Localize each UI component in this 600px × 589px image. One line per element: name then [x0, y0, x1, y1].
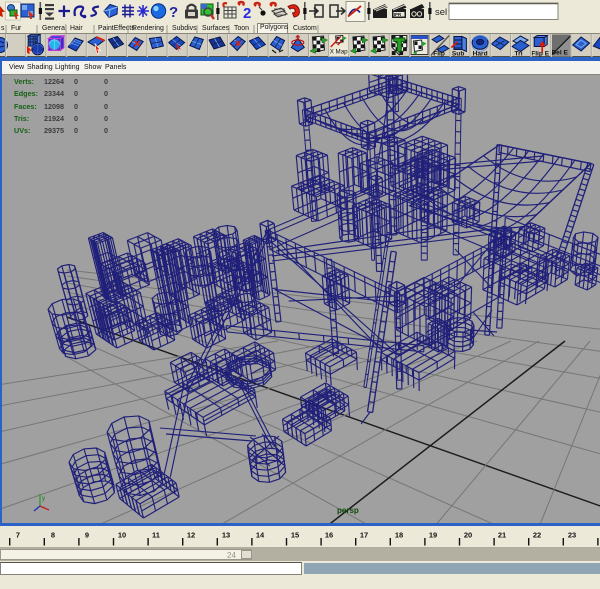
svg-text:sel: sel	[435, 7, 447, 18]
svg-text:14: 14	[256, 531, 265, 540]
svg-text:22: 22	[533, 531, 541, 540]
svg-text:8: 8	[51, 531, 55, 540]
svg-text:15: 15	[291, 531, 299, 540]
svg-text:IPR: IPR	[394, 12, 402, 17]
svg-text:13: 13	[222, 531, 230, 540]
svg-text:10: 10	[118, 531, 126, 540]
svg-text:2: 2	[243, 5, 251, 22]
svg-text:21: 21	[498, 531, 506, 540]
svg-text:16: 16	[325, 531, 333, 540]
svg-text:23: 23	[568, 531, 576, 540]
svg-text:19: 19	[429, 531, 437, 540]
svg-text:7: 7	[16, 531, 20, 540]
svg-text:Del E: Del E	[551, 50, 568, 57]
svg-text:X Map: X Map	[330, 49, 348, 56]
svg-text:11: 11	[152, 531, 160, 540]
svg-text:persp: persp	[337, 506, 359, 515]
svg-text:9: 9	[85, 531, 89, 540]
svg-text:18: 18	[395, 531, 403, 540]
svg-text:?: ?	[169, 4, 178, 21]
svg-text:17: 17	[360, 531, 368, 540]
svg-text:12: 12	[187, 531, 195, 540]
svg-text:20: 20	[464, 531, 472, 540]
svg-text:y: y	[42, 496, 45, 502]
